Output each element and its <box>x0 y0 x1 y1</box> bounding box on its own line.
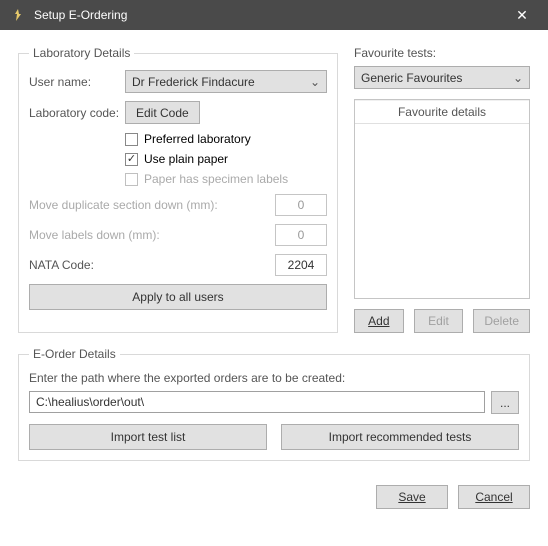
user-name-value: Dr Frederick Findacure <box>132 75 255 89</box>
use-plain-paper-checkbox[interactable]: Use plain paper <box>125 152 327 166</box>
app-icon <box>10 7 26 23</box>
save-button[interactable]: Save <box>376 485 448 509</box>
edit-button[interactable]: Edit <box>414 309 464 333</box>
lab-code-label: Laboratory code: <box>29 106 125 120</box>
favourite-tests-label: Favourite tests: <box>354 46 530 60</box>
chevron-down-icon: ⌄ <box>310 75 320 89</box>
laboratory-legend: Laboratory Details <box>29 46 134 60</box>
chevron-down-icon: ⌄ <box>513 71 523 85</box>
close-button[interactable]: ✕ <box>502 0 542 30</box>
eorder-legend: E-Order Details <box>29 347 120 361</box>
nata-code-label: NATA Code: <box>29 258 275 272</box>
edit-code-button[interactable]: Edit Code <box>125 101 200 124</box>
favourite-tests-value: Generic Favourites <box>361 71 462 85</box>
move-dup-label: Move duplicate section down (mm): <box>29 198 275 212</box>
window-title: Setup E-Ordering <box>34 8 502 22</box>
import-recommended-tests-button[interactable]: Import recommended tests <box>281 424 519 450</box>
move-dup-input[interactable] <box>275 194 327 216</box>
path-label: Enter the path where the exported orders… <box>29 371 519 385</box>
add-button[interactable]: Add <box>354 309 404 333</box>
move-labels-input[interactable] <box>275 224 327 246</box>
path-input[interactable] <box>29 391 485 413</box>
title-bar: Setup E-Ordering ✕ <box>0 0 548 30</box>
favourite-details-header: Favourite details <box>355 100 529 124</box>
nata-code-input[interactable] <box>275 254 327 276</box>
import-test-list-button[interactable]: Import test list <box>29 424 267 450</box>
favourite-details-table[interactable]: Favourite details <box>354 99 530 299</box>
laboratory-details-group: Laboratory Details User name: Dr Frederi… <box>18 46 338 333</box>
favourite-tests-combo[interactable]: Generic Favourites ⌄ <box>354 66 530 89</box>
user-name-combo[interactable]: Dr Frederick Findacure ⌄ <box>125 70 327 93</box>
specimen-labels-checkbox[interactable]: Paper has specimen labels <box>125 172 327 186</box>
delete-button[interactable]: Delete <box>473 309 530 333</box>
preferred-lab-checkbox[interactable]: Preferred laboratory <box>125 132 327 146</box>
eorder-details-group: E-Order Details Enter the path where the… <box>18 347 530 461</box>
user-name-label: User name: <box>29 75 125 89</box>
browse-button[interactable]: ... <box>491 391 519 414</box>
cancel-button[interactable]: Cancel <box>458 485 530 509</box>
move-labels-label: Move labels down (mm): <box>29 228 275 242</box>
apply-to-all-button[interactable]: Apply to all users <box>29 284 327 310</box>
